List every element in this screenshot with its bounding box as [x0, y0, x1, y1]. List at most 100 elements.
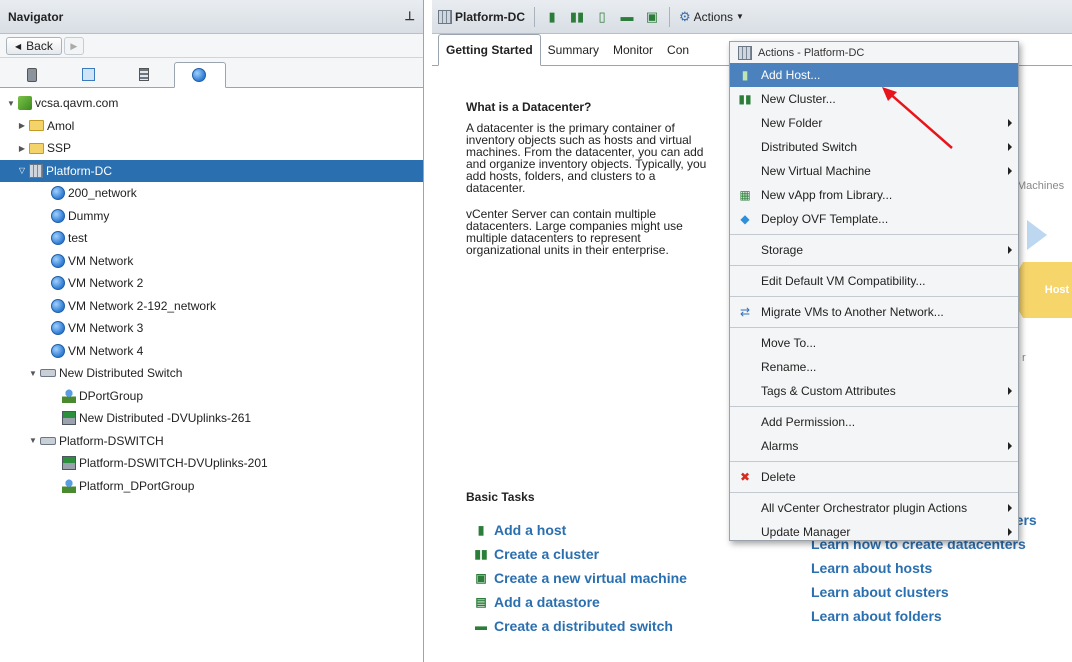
menu-item[interactable]: ◆ Deploy OVF Template...: [730, 207, 1018, 231]
menu-item-label: Rename...: [761, 360, 817, 374]
expand-toggle-icon[interactable]: ▼: [6, 99, 16, 108]
menu-separator: [730, 406, 1018, 407]
submenu-arrow-icon: [1008, 143, 1012, 151]
back-arrow-icon: ◀: [15, 41, 22, 51]
tree-node[interactable]: VM Network 2: [0, 272, 423, 295]
tree-node[interactable]: 200_network: [0, 182, 423, 205]
tree-node[interactable]: Platform_DPortGroup: [0, 475, 423, 498]
learn-link-folders[interactable]: Learn about folders: [811, 604, 1037, 628]
submenu-arrow-icon: [1008, 528, 1012, 536]
forward-button[interactable]: ▶: [63, 37, 84, 55]
tree-node-label: 200_network: [68, 186, 137, 201]
object-toolbar: Platform-DC ▮ ▮▮ ▯ ▬ ▣ ⚙ Actions ▼: [432, 0, 1072, 34]
tree-node[interactable]: VM Network 3: [0, 317, 423, 340]
menu-item-label: Add Permission...: [761, 415, 856, 429]
menu-item[interactable]: ⇄ Migrate VMs to Another Network...: [730, 300, 1018, 324]
folder-icon: [29, 142, 44, 154]
datacenter-icon: [29, 163, 43, 178]
menu-item[interactable]: Add Permission...: [730, 410, 1018, 434]
tree-node-label: VM Network 2: [68, 276, 144, 291]
tree-node-label: VM Network 2-192_network: [68, 298, 217, 313]
tab-hosts-clusters[interactable]: [6, 62, 58, 87]
tree-node[interactable]: ▽ Platform-DC: [0, 159, 423, 182]
tree-node[interactable]: Dummy: [0, 205, 423, 228]
datastore-icon: ▤: [475, 595, 487, 609]
menu-item[interactable]: Distributed Switch: [730, 135, 1018, 159]
add-host-icon[interactable]: ▮: [544, 9, 560, 25]
menu-separator: [730, 492, 1018, 493]
tab-summary[interactable]: Summary: [541, 35, 606, 65]
network-icon: [51, 343, 65, 358]
network-icon: [51, 208, 65, 223]
menu-item[interactable]: ▮▮ New Cluster...: [730, 87, 1018, 111]
expand-toggle-icon[interactable]: ▽: [17, 166, 27, 175]
tree-node[interactable]: VM Network 2-192_network: [0, 295, 423, 318]
menu-item[interactable]: Rename...: [730, 355, 1018, 379]
expand-toggle-icon[interactable]: ▶: [17, 121, 27, 130]
tab-vms-templates[interactable]: [62, 62, 114, 87]
menu-item[interactable]: Update Manager: [730, 520, 1018, 544]
back-button[interactable]: ◀ Back: [6, 37, 62, 55]
menu-item[interactable]: New Folder: [730, 111, 1018, 135]
navigator-history-bar: ◀ Back ▶: [0, 34, 423, 58]
expand-toggle-icon[interactable]: ▶: [17, 144, 27, 153]
task-create-distributed-switch[interactable]: ▬ Create a distributed switch: [466, 614, 687, 638]
tree-node[interactable]: ▶ Amol: [0, 115, 423, 138]
new-cluster-icon[interactable]: ▮▮: [569, 9, 585, 25]
new-folder-icon[interactable]: ▯: [594, 9, 610, 25]
content-paragraph-2: vCenter Server can contain multiple data…: [466, 207, 683, 257]
menu-item-label: Storage: [761, 243, 804, 257]
menu-item-label: Add Host...: [761, 68, 821, 82]
learn-link-clusters[interactable]: Learn about clusters: [811, 580, 1037, 604]
menu-item-label: New Virtual Machine: [761, 164, 871, 178]
menu-item[interactable]: Move To...: [730, 331, 1018, 355]
tree-node[interactable]: test: [0, 227, 423, 250]
menu-item[interactable]: ▦ New vApp from Library...: [730, 183, 1018, 207]
tab-storage[interactable]: [118, 62, 170, 87]
tree-node[interactable]: DPortGroup: [0, 385, 423, 408]
expand-toggle-icon[interactable]: ▼: [28, 369, 38, 378]
learn-link-hosts[interactable]: Learn about hosts: [811, 556, 1037, 580]
tree-node-label: VM Network 3: [68, 321, 144, 336]
menu-item[interactable]: Tags & Custom Attributes: [730, 379, 1018, 403]
vapp-icon: ▦: [739, 188, 751, 202]
menu-item[interactable]: All vCenter Orchestrator plugin Actions: [730, 496, 1018, 520]
menu-item[interactable]: Edit Default VM Compatibility...: [730, 269, 1018, 293]
tree-node[interactable]: ▼ New Distributed Switch: [0, 362, 423, 385]
expand-toggle-icon[interactable]: ▼: [28, 436, 38, 445]
tree-node-label: Dummy: [68, 208, 110, 223]
tab-networking[interactable]: [174, 62, 226, 88]
tree-node[interactable]: New Distributed -DVUplinks-261: [0, 407, 423, 430]
menu-item[interactable]: New Virtual Machine: [730, 159, 1018, 183]
menu-item-label: New Folder: [761, 116, 823, 130]
tab-getting-started[interactable]: Getting Started: [438, 34, 541, 66]
tree-node[interactable]: VM Network: [0, 250, 423, 273]
task-add-host[interactable]: ▮ Add a host: [466, 518, 687, 542]
task-add-datastore[interactable]: ▤ Add a datastore: [466, 590, 687, 614]
chevron-down-icon: ▼: [736, 12, 744, 21]
menu-item-label: Update Manager: [761, 525, 851, 539]
pin-icon[interactable]: ⊥: [405, 9, 415, 23]
tree-node[interactable]: VM Network 4: [0, 340, 423, 363]
task-create-vm[interactable]: ▣ Create a new virtual machine: [466, 566, 687, 590]
tab-configure[interactable]: Con: [660, 35, 696, 65]
menu-item[interactable]: ✖ Delete: [730, 465, 1018, 489]
distributed-switch-icon[interactable]: ▬: [619, 9, 635, 25]
tree-node[interactable]: ▶ SSP: [0, 137, 423, 160]
menu-separator: [730, 265, 1018, 266]
tree-node[interactable]: ▼ vcsa.qavm.com: [0, 92, 423, 115]
distributed-switch-icon: ▬: [475, 619, 487, 633]
network-icon: [51, 253, 65, 268]
tab-monitor[interactable]: Monitor: [606, 35, 660, 65]
distributed-switch-icon: [40, 436, 56, 445]
tree-node[interactable]: Platform-DSWITCH-DVUplinks-201: [0, 452, 423, 475]
tree-node-label: VM Network: [68, 253, 134, 268]
menu-item[interactable]: Alarms: [730, 434, 1018, 458]
task-create-cluster[interactable]: ▮▮ Create a cluster: [466, 542, 687, 566]
menu-item[interactable]: ▮ Add Host...: [730, 63, 1018, 87]
new-vm-icon[interactable]: ▣: [644, 9, 660, 25]
tree-node[interactable]: ▼ Platform-DSWITCH: [0, 430, 423, 453]
actions-menu-button[interactable]: ⚙ Actions ▼: [679, 9, 744, 25]
menu-item[interactable]: Storage: [730, 238, 1018, 262]
menu-item-label: Distributed Switch: [761, 140, 858, 154]
